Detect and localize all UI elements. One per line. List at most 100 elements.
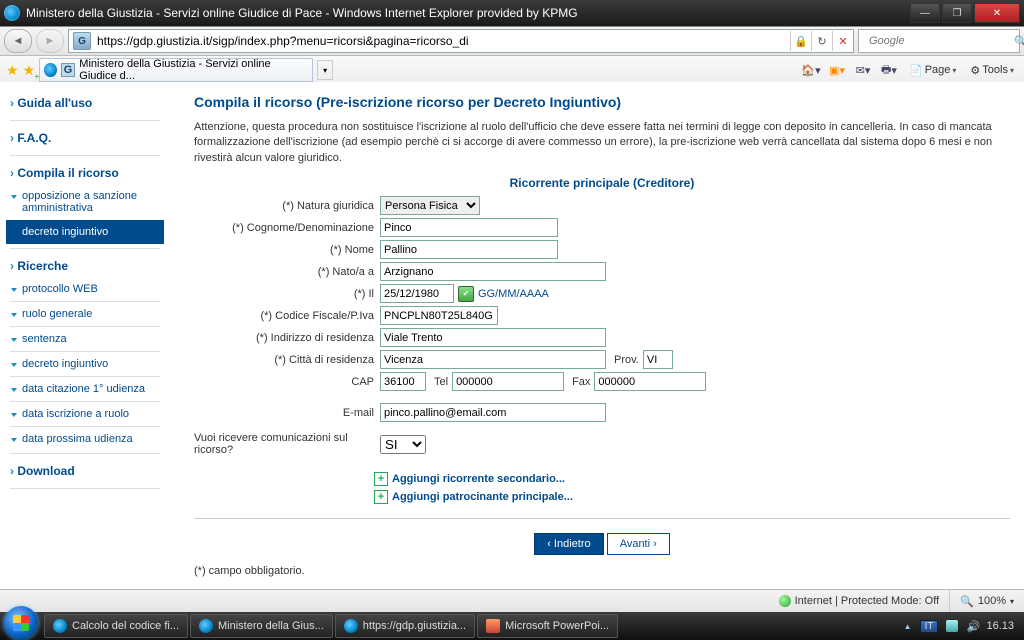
start-button[interactable]	[4, 606, 38, 640]
indietro-button[interactable]: ‹ Indietro	[534, 533, 603, 555]
nato-input[interactable]	[380, 262, 606, 281]
cognome-input[interactable]	[380, 218, 558, 237]
tab-list-button[interactable]: ▾	[317, 60, 333, 80]
stop-button[interactable]: ✕	[832, 31, 853, 51]
label-citta: (*) Città di residenza	[194, 354, 380, 366]
sidebar-guida[interactable]: Guida all'uso	[0, 90, 170, 116]
page-menu-button[interactable]: 📄Page▾	[905, 60, 960, 80]
taskbar-item[interactable]: Microsoft PowerPoi...	[477, 614, 618, 638]
language-indicator[interactable]: IT	[920, 620, 939, 633]
avanti-button[interactable]: Avanti ›	[607, 533, 670, 555]
close-button[interactable]: ✕	[974, 3, 1020, 23]
label-indirizzo: (*) Indirizzo di residenza	[194, 332, 380, 344]
sidebar-ricerche[interactable]: Ricerche	[0, 253, 170, 279]
comms-select[interactable]: SI	[380, 435, 426, 454]
minimize-button[interactable]: —	[910, 3, 940, 23]
label-prov: Prov.	[606, 354, 643, 366]
notice-text: Attenzione, questa procedura non sostitu…	[194, 120, 1010, 166]
browser-status-bar: Internet | Protected Mode: Off 🔍100% ▾	[0, 589, 1024, 612]
taskbar-item[interactable]: Ministero della Gius...	[190, 614, 333, 638]
label-cognome: (*) Cognome/Denominazione	[194, 222, 380, 234]
sidebar-data-prossima[interactable]: data prossima udienza	[0, 429, 170, 449]
calendar-icon[interactable]: ✔	[458, 286, 474, 302]
label-nato: (*) Nato/a a	[194, 266, 380, 278]
section-header: Ricorrente principale (Creditore)	[194, 176, 1010, 190]
sidebar-sentenza[interactable]: sentenza	[0, 329, 170, 349]
tab-command-row: ★ ★+ G Ministero della Giustizia - Servi…	[0, 56, 1024, 85]
sidebar-ruolo[interactable]: ruolo generale	[0, 304, 170, 324]
add-favorites-icon[interactable]: ★+	[23, 62, 36, 79]
plus-icon: +	[374, 472, 388, 486]
sidebar-protocollo[interactable]: protocollo WEB	[0, 279, 170, 299]
feeds-button[interactable]: ▣▾	[827, 60, 847, 80]
ie-icon	[4, 5, 20, 21]
sidebar-faq[interactable]: F.A.Q.	[0, 125, 170, 151]
natura-select[interactable]: Persona Fisica	[380, 196, 480, 215]
sidebar-decreto-ingiuntivo[interactable]: decreto ingiuntivo	[6, 220, 164, 244]
mail-button[interactable]: ✉▾	[853, 60, 873, 80]
favorites-star-icon[interactable]: ★	[6, 62, 19, 79]
data-nascita-input[interactable]	[380, 284, 454, 303]
sidebar-compila[interactable]: Compila il ricorso	[0, 160, 170, 186]
citta-input[interactable]	[380, 350, 606, 369]
cf-input[interactable]	[380, 306, 498, 325]
sidebar-data-citazione[interactable]: data citazione 1° udienza	[0, 379, 170, 399]
button-row: ‹ Indietro Avanti ›	[194, 533, 1010, 555]
network-icon[interactable]	[946, 620, 958, 632]
home-button[interactable]: 🏠▾	[801, 60, 821, 80]
sidebar-decreto2[interactable]: decreto ingiuntivo	[0, 354, 170, 374]
sidebar-download[interactable]: Download	[0, 458, 170, 484]
print-button[interactable]: 🖶▾	[879, 60, 899, 80]
back-button[interactable]: ◄	[4, 29, 32, 53]
sidebar-data-iscrizione[interactable]: data iscrizione a ruolo	[0, 404, 170, 424]
label-nome: (*) Nome	[194, 244, 380, 256]
refresh-button[interactable]: ↻	[811, 31, 832, 51]
required-note: (*) campo obbligatorio.	[194, 565, 1010, 577]
label-natura: (*) Natura giuridica	[194, 200, 380, 212]
browser-tab[interactable]: G Ministero della Giustizia - Servizi on…	[39, 58, 313, 82]
sidebar: Guida all'uso F.A.Q. Compila il ricorso …	[0, 82, 170, 501]
url-input[interactable]	[95, 30, 790, 52]
tab-badge: G	[61, 63, 76, 77]
label-fax: Fax	[564, 376, 594, 388]
cap-input[interactable]	[380, 372, 426, 391]
page-title: Compila il ricorso (Pre-iscrizione ricor…	[194, 94, 1010, 110]
email-input[interactable]	[380, 403, 606, 422]
nome-input[interactable]	[380, 240, 558, 259]
tab-title: Ministero della Giustizia - Servizi onli…	[79, 58, 304, 82]
ie-icon	[344, 619, 358, 633]
ie-icon	[53, 619, 67, 633]
add-patrocinante-principale[interactable]: + Aggiungi patrocinante principale...	[374, 490, 1010, 504]
search-button[interactable]: 🔍	[1014, 35, 1024, 48]
zoom-control[interactable]: 🔍100% ▾	[950, 590, 1024, 612]
security-zone[interactable]: Internet | Protected Mode: Off	[769, 590, 951, 612]
forward-button[interactable]: ►	[36, 29, 64, 53]
volume-icon[interactable]: 🔊	[966, 620, 978, 632]
label-email: E-mail	[194, 407, 380, 419]
tab-favicon	[44, 63, 57, 77]
tel-input[interactable]	[452, 372, 564, 391]
taskbar-item[interactable]: https://gdp.giustizia...	[335, 614, 475, 638]
address-bar[interactable]: G 🔒 ↻ ✕	[68, 29, 854, 53]
ie-icon	[199, 619, 213, 633]
prov-input[interactable]	[643, 350, 673, 369]
indirizzo-input[interactable]	[380, 328, 606, 347]
address-bar-row: ◄ ► G 🔒 ↻ ✕ 🔍	[0, 26, 1024, 56]
search-input[interactable]	[867, 34, 1014, 48]
maximize-button[interactable]: ❐	[942, 3, 972, 23]
tools-menu-button[interactable]: ⚙Tools▾	[966, 60, 1018, 80]
page-content: Guida all'uso F.A.Q. Compila il ricorso …	[0, 82, 1024, 584]
window-title: Ministero della Giustizia - Servizi onli…	[26, 6, 578, 20]
fax-input[interactable]	[594, 372, 706, 391]
window-titlebar: Ministero della Giustizia - Servizi onli…	[0, 0, 1024, 26]
system-tray: ▲ IT 🔊 16.13	[898, 620, 1020, 633]
tray-arrow-icon[interactable]: ▲	[904, 622, 912, 631]
label-il: (*) Il	[194, 288, 380, 300]
search-box[interactable]: 🔍	[858, 29, 1020, 53]
main-panel: Compila il ricorso (Pre-iscrizione ricor…	[180, 82, 1024, 584]
clock[interactable]: 16.13	[986, 620, 1014, 632]
add-ricorrente-secondario[interactable]: + Aggiungi ricorrente secondario...	[374, 472, 1010, 486]
sidebar-opposizione[interactable]: opposizione a sanzione amministrativa	[0, 186, 170, 218]
taskbar-item[interactable]: Calcolo del codice fi...	[44, 614, 188, 638]
ssl-lock-icon[interactable]: 🔒	[790, 31, 811, 51]
